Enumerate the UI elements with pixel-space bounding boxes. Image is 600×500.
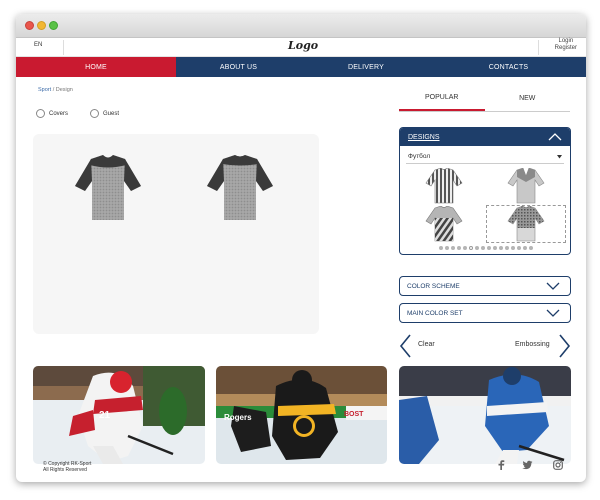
- design-grid: [404, 167, 568, 243]
- divider: [63, 40, 64, 55]
- top-bar: EN Logo Login Register: [16, 38, 586, 57]
- breadcrumb: Sport / Design: [38, 87, 73, 93]
- facebook-icon[interactable]: [497, 460, 505, 470]
- jersey-thumbnail: [425, 168, 463, 204]
- hockey-photo-image: BOST Rogers: [216, 366, 387, 464]
- nav-about-us[interactable]: ABOUT US: [176, 57, 301, 77]
- embossing-button[interactable]: Embossing: [515, 341, 550, 348]
- designs-title: DESIGNS: [408, 133, 440, 141]
- main-color-set-label: MAIN COLOR SET: [407, 309, 463, 317]
- jersey-front[interactable]: [75, 155, 141, 220]
- designs-panel: DESIGNS Футбол: [399, 127, 571, 255]
- design-thumbnail[interactable]: [404, 205, 484, 243]
- design-thumbnail-selected[interactable]: [486, 205, 566, 243]
- page-dot[interactable]: [493, 246, 497, 250]
- login-link[interactable]: Login: [555, 38, 577, 45]
- option-label: Covers: [49, 110, 69, 117]
- browser-window: EN Logo Login Register HOME ABOUT US DEL…: [16, 14, 586, 482]
- page-dot[interactable]: [487, 246, 491, 250]
- breadcrumb-current: Design: [55, 87, 73, 93]
- sport-select[interactable]: Футбол: [406, 150, 564, 164]
- board-ad-text: BOST: [344, 411, 364, 418]
- page-dot[interactable]: [523, 246, 527, 250]
- tab-new[interactable]: NEW: [485, 86, 571, 111]
- minimize-window-button[interactable]: [37, 21, 46, 30]
- jersey-preview: [33, 134, 319, 334]
- option-covers[interactable]: Covers: [36, 109, 68, 118]
- page-dot[interactable]: [463, 246, 467, 250]
- rights-text: All Rights Reserved: [43, 467, 87, 473]
- title-bar: [16, 14, 586, 38]
- hockey-photo-image: [399, 366, 571, 464]
- footer-copyright: © Copyright RK-Sport All Rights Reserved: [43, 461, 91, 473]
- jersey-thumbnail: [507, 206, 545, 242]
- arrow-right-icon[interactable]: [559, 334, 571, 358]
- account-links: Login Register: [555, 38, 577, 52]
- board-ad-text: Rogers: [224, 413, 252, 422]
- nav-delivery[interactable]: DELIVERY: [301, 57, 431, 77]
- page-dot[interactable]: [457, 246, 461, 250]
- tab-popular[interactable]: POPULAR: [399, 86, 485, 111]
- instagram-icon[interactable]: [553, 460, 563, 470]
- close-window-button[interactable]: [25, 21, 34, 30]
- clear-button[interactable]: Clear: [418, 341, 435, 348]
- hockey-photo: 21: [33, 366, 205, 464]
- option-label: Guest: [103, 110, 120, 117]
- breadcrumb-link-sport[interactable]: Sport: [38, 87, 51, 93]
- radio-button[interactable]: [90, 109, 100, 118]
- page-dot[interactable]: [517, 246, 521, 250]
- main-nav: HOME ABOUT US DELIVERY CONTACTS: [16, 57, 586, 77]
- design-thumbnail[interactable]: [486, 167, 566, 205]
- chevron-down-icon: [546, 309, 560, 317]
- hockey-photo: [399, 366, 571, 464]
- design-tabs: POPULAR NEW: [399, 86, 570, 112]
- page-dot[interactable]: [481, 246, 485, 250]
- register-link[interactable]: Register: [555, 45, 577, 52]
- language-selector[interactable]: EN: [34, 42, 42, 48]
- color-scheme-label: COLOR SCHEME: [407, 282, 460, 290]
- jersey-number: 21: [99, 410, 111, 421]
- radio-button[interactable]: [36, 109, 45, 118]
- twitter-icon[interactable]: [522, 460, 533, 470]
- jersey-back[interactable]: [207, 155, 273, 220]
- color-scheme-dropdown[interactable]: COLOR SCHEME: [399, 276, 571, 296]
- hockey-photo: BOST Rogers: [216, 366, 387, 464]
- page-dot[interactable]: [451, 246, 455, 250]
- sport-select-value: Футбол: [408, 153, 431, 160]
- divider: [538, 40, 539, 55]
- page-dot[interactable]: [439, 246, 443, 250]
- arrow-left-icon[interactable]: [399, 334, 411, 358]
- chevron-up-icon[interactable]: [548, 133, 562, 141]
- page-dot[interactable]: [499, 246, 503, 250]
- pagination-dots: [400, 246, 570, 250]
- main-color-set-dropdown[interactable]: MAIN COLOR SET: [399, 303, 571, 323]
- hockey-photo-image: 21: [33, 366, 205, 464]
- maximize-window-button[interactable]: [49, 21, 58, 30]
- designs-header[interactable]: DESIGNS: [400, 128, 570, 146]
- view-options: Covers Guest: [36, 109, 119, 118]
- page-dot[interactable]: [475, 246, 479, 250]
- caret-down-icon: [557, 154, 562, 158]
- page-dot[interactable]: [511, 246, 515, 250]
- page-dot[interactable]: [505, 246, 509, 250]
- breadcrumb-separator: /: [52, 87, 55, 93]
- nav-contacts[interactable]: CONTACTS: [431, 57, 586, 77]
- chevron-down-icon: [546, 282, 560, 290]
- nav-home[interactable]: HOME: [16, 57, 176, 77]
- jersey-thumbnail: [507, 168, 545, 204]
- jersey-preview-canvas: [75, 155, 273, 220]
- jersey-thumbnail: [425, 206, 463, 242]
- site-logo[interactable]: Logo: [288, 39, 318, 52]
- option-guest[interactable]: Guest: [90, 109, 119, 118]
- design-thumbnail[interactable]: [404, 167, 484, 205]
- page-dot-active[interactable]: [469, 246, 473, 250]
- page-dot[interactable]: [529, 246, 533, 250]
- page-dot[interactable]: [445, 246, 449, 250]
- edit-actions: Clear Embossing: [399, 334, 571, 360]
